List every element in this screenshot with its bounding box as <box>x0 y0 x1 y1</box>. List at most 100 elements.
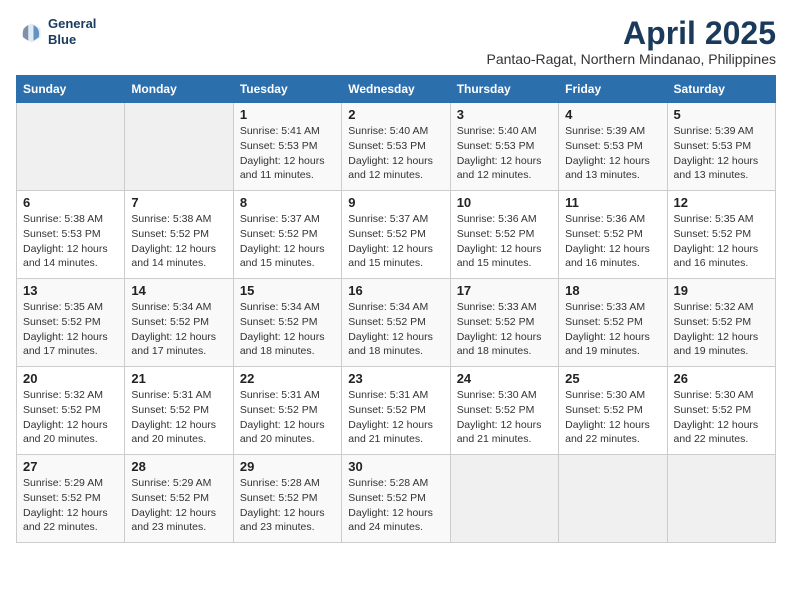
day-number: 8 <box>240 195 335 210</box>
day-number: 20 <box>23 371 118 386</box>
day-cell: 24 Sunrise: 5:30 AMSunset: 5:52 PMDayligh… <box>450 367 558 455</box>
header-row: SundayMondayTuesdayWednesdayThursdayFrid… <box>17 76 776 103</box>
day-cell: 22 Sunrise: 5:31 AMSunset: 5:52 PMDayligh… <box>233 367 341 455</box>
day-cell: 7 Sunrise: 5:38 AMSunset: 5:52 PMDaylight… <box>125 191 233 279</box>
day-info: Sunrise: 5:32 AMSunset: 5:52 PMDaylight:… <box>23 388 118 447</box>
day-number: 27 <box>23 459 118 474</box>
day-number: 29 <box>240 459 335 474</box>
day-number: 25 <box>565 371 660 386</box>
day-info: Sunrise: 5:33 AMSunset: 5:52 PMDaylight:… <box>457 300 552 359</box>
day-info: Sunrise: 5:30 AMSunset: 5:52 PMDaylight:… <box>565 388 660 447</box>
day-cell: 8Sunrise: 5:37 AMSunset: 5:52 PMDaylight… <box>233 191 341 279</box>
day-info: Sunrise: 5:38 AMSunset: 5:52 PMDaylight:… <box>131 212 226 271</box>
day-cell: 13 Sunrise: 5:35 AMSunset: 5:52 PMDayligh… <box>17 279 125 367</box>
header-cell-thursday: Thursday <box>450 76 558 103</box>
logo-text: General Blue <box>48 16 96 47</box>
day-info: Sunrise: 5:29 AMSunset: 5:52 PMDaylight:… <box>23 476 118 535</box>
day-cell: 15Sunrise: 5:34 AMSunset: 5:52 PMDayligh… <box>233 279 341 367</box>
header-cell-sunday: Sunday <box>17 76 125 103</box>
day-info: Sunrise: 5:38 AMSunset: 5:53 PMDaylight:… <box>23 212 118 271</box>
header-cell-monday: Monday <box>125 76 233 103</box>
day-cell: 30 Sunrise: 5:28 AMSunset: 5:52 PMDayligh… <box>342 455 450 543</box>
day-info: Sunrise: 5:30 AMSunset: 5:52 PMDaylight:… <box>457 388 552 447</box>
day-number: 26 <box>674 371 769 386</box>
day-info: Sunrise: 5:39 AMSunset: 5:53 PMDaylight:… <box>674 124 769 183</box>
day-number: 6 <box>23 195 118 210</box>
day-cell: 6 Sunrise: 5:38 AMSunset: 5:53 PMDaylight… <box>17 191 125 279</box>
day-number: 17 <box>457 283 552 298</box>
day-number: 14 <box>131 283 226 298</box>
day-cell: 25 Sunrise: 5:30 AMSunset: 5:52 PMDayligh… <box>559 367 667 455</box>
calendar-table: SundayMondayTuesdayWednesdayThursdayFrid… <box>16 75 776 543</box>
day-info: Sunrise: 5:36 AMSunset: 5:52 PMDaylight:… <box>565 212 660 271</box>
day-info: Sunrise: 5:31 AMSunset: 5:52 PMDaylight:… <box>240 388 335 447</box>
day-number: 24 <box>457 371 552 386</box>
day-cell: 1Sunrise: 5:41 AMSunset: 5:53 PMDaylight… <box>233 103 341 191</box>
day-number: 21 <box>131 371 226 386</box>
day-info: Sunrise: 5:36 AMSunset: 5:52 PMDaylight:… <box>457 212 552 271</box>
subtitle: Pantao-Ragat, Northern Mindanao, Philipp… <box>486 51 776 67</box>
day-info: Sunrise: 5:32 AMSunset: 5:52 PMDaylight:… <box>674 300 769 359</box>
day-cell: 20 Sunrise: 5:32 AMSunset: 5:52 PMDayligh… <box>17 367 125 455</box>
day-number: 2 <box>348 107 443 122</box>
day-info: Sunrise: 5:31 AMSunset: 5:52 PMDaylight:… <box>131 388 226 447</box>
logo-line1: General <box>48 16 96 31</box>
calendar-body: 1Sunrise: 5:41 AMSunset: 5:53 PMDaylight… <box>17 103 776 543</box>
day-info: Sunrise: 5:37 AMSunset: 5:52 PMDaylight:… <box>348 212 443 271</box>
day-info: Sunrise: 5:28 AMSunset: 5:52 PMDaylight:… <box>348 476 443 535</box>
day-cell: 18 Sunrise: 5:33 AMSunset: 5:52 PMDayligh… <box>559 279 667 367</box>
day-number: 22 <box>240 371 335 386</box>
day-info: Sunrise: 5:40 AMSunset: 5:53 PMDaylight:… <box>457 124 552 183</box>
day-number: 7 <box>131 195 226 210</box>
week-row-5: 27 Sunrise: 5:29 AMSunset: 5:52 PMDayligh… <box>17 455 776 543</box>
day-cell: 10Sunrise: 5:36 AMSunset: 5:52 PMDayligh… <box>450 191 558 279</box>
week-row-2: 6 Sunrise: 5:38 AMSunset: 5:53 PMDaylight… <box>17 191 776 279</box>
day-cell: 21 Sunrise: 5:31 AMSunset: 5:52 PMDayligh… <box>125 367 233 455</box>
day-number: 12 <box>674 195 769 210</box>
header-cell-tuesday: Tuesday <box>233 76 341 103</box>
day-cell: 23Sunrise: 5:31 AMSunset: 5:52 PMDayligh… <box>342 367 450 455</box>
header-cell-wednesday: Wednesday <box>342 76 450 103</box>
day-cell: 14Sunrise: 5:34 AMSunset: 5:52 PMDayligh… <box>125 279 233 367</box>
day-info: Sunrise: 5:29 AMSunset: 5:52 PMDaylight:… <box>131 476 226 535</box>
day-number: 9 <box>348 195 443 210</box>
calendar-header: SundayMondayTuesdayWednesdayThursdayFrid… <box>17 76 776 103</box>
day-cell <box>667 455 775 543</box>
day-cell: 26Sunrise: 5:30 AMSunset: 5:52 PMDayligh… <box>667 367 775 455</box>
day-cell: 28 Sunrise: 5:29 AMSunset: 5:52 PMDayligh… <box>125 455 233 543</box>
logo-icon <box>16 18 44 46</box>
day-cell: 12Sunrise: 5:35 AMSunset: 5:52 PMDayligh… <box>667 191 775 279</box>
day-info: Sunrise: 5:35 AMSunset: 5:52 PMDaylight:… <box>23 300 118 359</box>
day-info: Sunrise: 5:39 AMSunset: 5:53 PMDaylight:… <box>565 124 660 183</box>
day-cell: 2 Sunrise: 5:40 AMSunset: 5:53 PMDaylight… <box>342 103 450 191</box>
day-cell: 11Sunrise: 5:36 AMSunset: 5:52 PMDayligh… <box>559 191 667 279</box>
day-info: Sunrise: 5:40 AMSunset: 5:53 PMDaylight:… <box>348 124 443 183</box>
day-cell <box>125 103 233 191</box>
day-cell: 3 Sunrise: 5:40 AMSunset: 5:53 PMDaylight… <box>450 103 558 191</box>
day-info: Sunrise: 5:28 AMSunset: 5:52 PMDaylight:… <box>240 476 335 535</box>
day-info: Sunrise: 5:34 AMSunset: 5:52 PMDaylight:… <box>240 300 335 359</box>
day-number: 23 <box>348 371 443 386</box>
day-info: Sunrise: 5:34 AMSunset: 5:52 PMDaylight:… <box>348 300 443 359</box>
day-number: 28 <box>131 459 226 474</box>
week-row-4: 20 Sunrise: 5:32 AMSunset: 5:52 PMDayligh… <box>17 367 776 455</box>
day-number: 19 <box>674 283 769 298</box>
day-number: 5 <box>674 107 769 122</box>
day-info: Sunrise: 5:33 AMSunset: 5:52 PMDaylight:… <box>565 300 660 359</box>
header: General Blue April 2025 Pantao-Ragat, No… <box>16 16 776 67</box>
day-cell: 29 Sunrise: 5:28 AMSunset: 5:52 PMDayligh… <box>233 455 341 543</box>
day-number: 16 <box>348 283 443 298</box>
logo-line2: Blue <box>48 32 76 47</box>
day-number: 3 <box>457 107 552 122</box>
day-number: 18 <box>565 283 660 298</box>
week-row-3: 13 Sunrise: 5:35 AMSunset: 5:52 PMDayligh… <box>17 279 776 367</box>
day-number: 13 <box>23 283 118 298</box>
day-number: 30 <box>348 459 443 474</box>
day-cell: 27 Sunrise: 5:29 AMSunset: 5:52 PMDayligh… <box>17 455 125 543</box>
day-cell <box>450 455 558 543</box>
day-cell: 5 Sunrise: 5:39 AMSunset: 5:53 PMDaylight… <box>667 103 775 191</box>
day-cell: 4Sunrise: 5:39 AMSunset: 5:53 PMDaylight… <box>559 103 667 191</box>
title-area: April 2025 Pantao-Ragat, Northern Mindan… <box>486 16 776 67</box>
day-cell <box>559 455 667 543</box>
logo: General Blue <box>16 16 96 47</box>
